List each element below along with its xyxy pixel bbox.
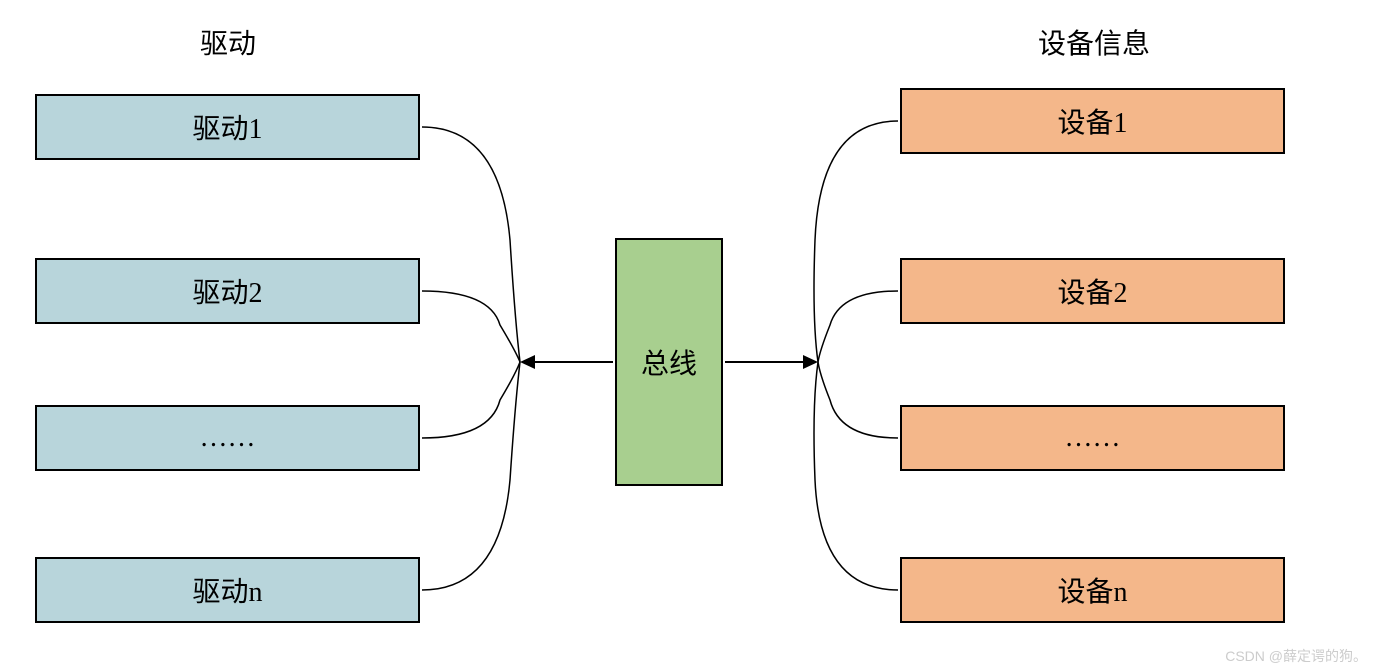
driver-header: 驱动	[200, 22, 256, 62]
device-header: 设备信息	[1038, 22, 1150, 62]
device-box-4: 设备n	[900, 557, 1285, 623]
device-box-1-label: 设备1	[1057, 101, 1127, 141]
bus-box: 总线	[615, 238, 723, 486]
watermark: CSDN @薛定谔的狗。	[1225, 646, 1367, 666]
driver-box-2: 驱动2	[35, 258, 420, 324]
driver-box-4: 驱动n	[35, 557, 420, 623]
driver-box-3-label: ……	[200, 422, 256, 454]
driver-box-4-label: 驱动n	[192, 570, 262, 610]
driver-box-2-label: 驱动2	[192, 271, 262, 311]
device-box-3-label: ……	[1065, 422, 1121, 454]
device-box-3: ……	[900, 405, 1285, 471]
bus-label: 总线	[641, 342, 697, 382]
device-box-1: 设备1	[900, 88, 1285, 154]
driver-box-1-label: 驱动1	[192, 107, 262, 147]
device-box-4-label: 设备n	[1057, 570, 1127, 610]
device-box-2: 设备2	[900, 258, 1285, 324]
driver-box-3: ……	[35, 405, 420, 471]
driver-box-1: 驱动1	[35, 94, 420, 160]
device-box-2-label: 设备2	[1057, 271, 1127, 311]
